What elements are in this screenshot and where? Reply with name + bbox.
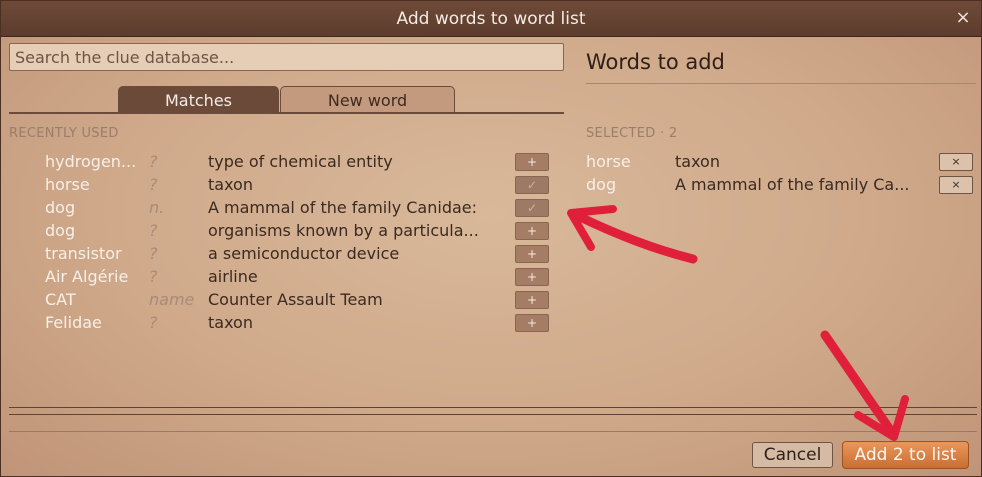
add-words-dialog: Add words to word list × Matches New wor… <box>0 0 982 477</box>
selected-item: dog A mammal of the family Ca... × <box>586 174 976 197</box>
tab-new-word[interactable]: New word <box>280 86 455 113</box>
recently-used-label: RECENTLY USED <box>9 126 119 141</box>
added-check-icon[interactable]: ✓ <box>515 199 549 217</box>
list-item: hydrogen...? type of chemical entity + <box>1 151 561 174</box>
list-item: Felidae? taxon + <box>1 312 561 335</box>
clue-text: a semiconductor device <box>208 244 400 263</box>
part-of-speech: ? <box>149 221 158 240</box>
clue-text: A mammal of the family Canidae: <box>208 198 478 217</box>
words-to-add-heading: Words to add <box>586 50 725 74</box>
clue-text: taxon <box>208 175 253 194</box>
tab-matches[interactable]: Matches <box>118 86 279 113</box>
part-of-speech: n. <box>149 198 165 217</box>
add-to-list-button[interactable]: Add 2 to list <box>842 441 969 469</box>
tab-underline <box>9 112 564 114</box>
add-icon[interactable]: + <box>515 291 549 309</box>
add-icon[interactable]: + <box>515 268 549 286</box>
add-icon[interactable]: + <box>515 245 549 263</box>
remove-icon[interactable]: × <box>939 176 973 194</box>
part-of-speech: ? <box>149 313 158 332</box>
title-bar: Add words to word list × <box>1 1 981 37</box>
word-text: dog <box>586 175 617 194</box>
list-item: transistor? a semiconductor device + <box>1 243 561 266</box>
clue-text: type of chemical entity <box>208 152 393 171</box>
list-item: dog n. A mammal of the family Canidae: ✓ <box>1 197 561 220</box>
word-text: horse <box>45 175 90 194</box>
word-text: hydrogen... <box>45 152 137 171</box>
word-text: dog <box>45 221 76 240</box>
word-text: CAT <box>45 290 76 309</box>
remove-icon[interactable]: × <box>939 153 973 171</box>
red-arrow-icon <box>820 330 909 441</box>
word-text: horse <box>586 152 631 171</box>
footer-divider <box>9 407 977 408</box>
clue-text: airline <box>208 267 258 286</box>
selected-count-label: SELECTED · 2 <box>586 126 678 141</box>
add-icon[interactable]: + <box>515 222 549 240</box>
word-text: Felidae <box>45 313 102 332</box>
clue-text: A mammal of the family Ca... <box>675 175 910 194</box>
add-icon[interactable]: + <box>515 153 549 171</box>
clue-text: organisms known by a particula... <box>208 221 479 240</box>
list-item: CAT name Counter Assault Team + <box>1 289 561 312</box>
list-item: horse? taxon ✓ <box>1 174 561 197</box>
dialog-title: Add words to word list <box>396 9 586 29</box>
word-text: transistor <box>45 244 122 263</box>
word-text: Air Algérie <box>45 267 129 286</box>
list-item: dog? organisms known by a particula... + <box>1 220 561 243</box>
cancel-button[interactable]: Cancel <box>752 442 833 468</box>
part-of-speech: ? <box>149 175 158 194</box>
heading-divider <box>586 83 976 84</box>
clue-text: Counter Assault Team <box>208 290 383 309</box>
added-check-icon[interactable]: ✓ <box>515 176 549 194</box>
add-icon[interactable]: + <box>515 314 549 332</box>
footer-divider <box>9 414 977 415</box>
footer-divider <box>9 431 977 432</box>
part-of-speech: ? <box>149 152 158 171</box>
search-input[interactable] <box>9 43 564 71</box>
clue-text: taxon <box>675 152 720 171</box>
selected-item: horse taxon × <box>586 151 976 174</box>
list-item: Air Algérie? airline + <box>1 266 561 289</box>
close-icon[interactable]: × <box>953 8 973 28</box>
word-text: dog <box>45 198 76 217</box>
clue-text: taxon <box>208 313 253 332</box>
red-arrow-icon <box>567 205 698 264</box>
part-of-speech: name <box>149 290 195 309</box>
part-of-speech: ? <box>149 267 158 286</box>
part-of-speech: ? <box>149 244 158 263</box>
